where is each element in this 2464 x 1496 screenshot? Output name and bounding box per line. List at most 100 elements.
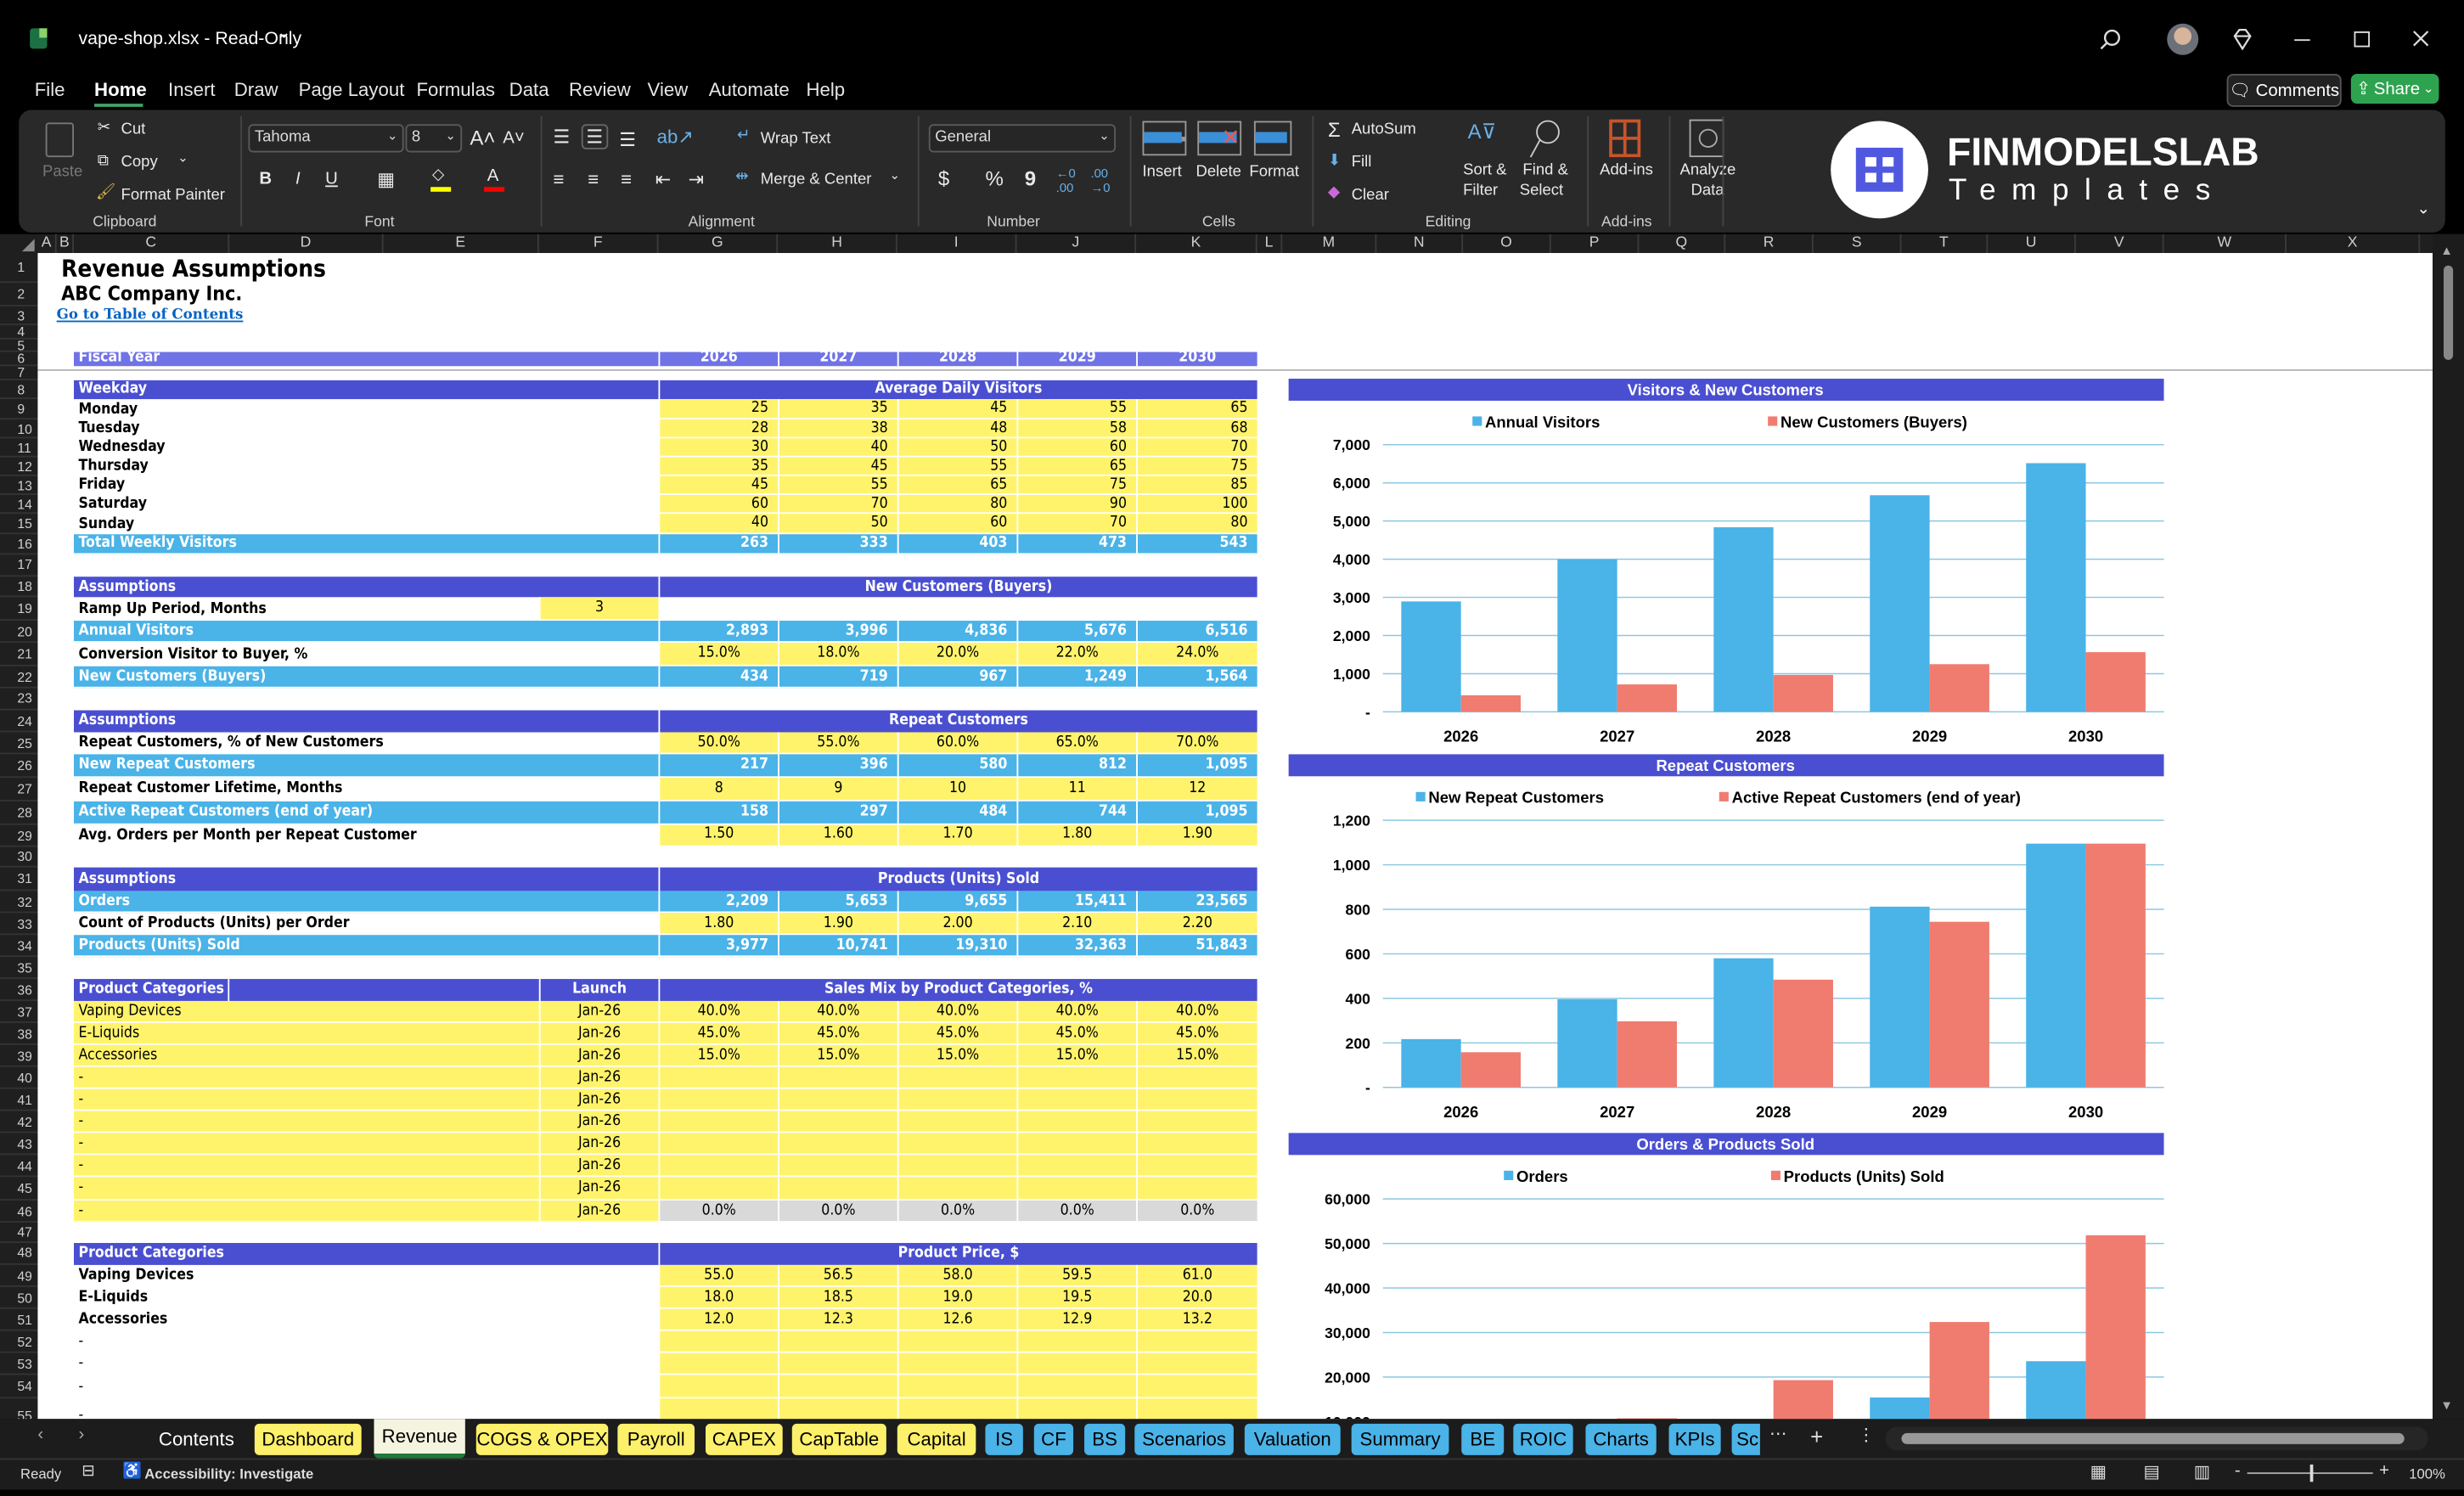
column-header-P[interactable]: P	[1551, 233, 1640, 253]
sheet-tab-revenue[interactable]: Revenue	[374, 1419, 465, 1459]
input-value[interactable]: 100	[1136, 495, 1257, 515]
row-header-13[interactable]: 13	[0, 476, 38, 496]
zoom-in-icon[interactable]: +	[2379, 1461, 2389, 1480]
fill-color-button[interactable]: ◇	[430, 166, 453, 192]
worksheet[interactable]: Revenue Assumptions ABC Company Inc. Go to…	[37, 252, 2433, 1420]
fill-button[interactable]: Fill	[1352, 154, 1372, 171]
input-value[interactable]	[1136, 1133, 1257, 1156]
input-value[interactable]	[1016, 1353, 1137, 1375]
row-header-51[interactable]: 51	[0, 1309, 38, 1331]
input-value[interactable]: 60.0%	[897, 731, 1017, 755]
launch-date[interactable]: Jan-26	[538, 1111, 659, 1133]
row-header-46[interactable]: 46	[0, 1200, 38, 1223]
accessibility-status[interactable]: Accessibility: Investigate	[144, 1466, 313, 1482]
row-header-43[interactable]: 43	[0, 1133, 38, 1156]
row-header-8[interactable]: 8	[0, 380, 38, 400]
input-value[interactable]: 18.0	[658, 1286, 779, 1309]
input-value[interactable]: 15.0%	[658, 642, 779, 666]
merge-center-button[interactable]: Merge & Center	[761, 172, 872, 188]
input-value[interactable]: 0.0%	[897, 1200, 1017, 1223]
sheet-tab-sc[interactable]: Sc	[1731, 1423, 1760, 1455]
row-header-28[interactable]: 28	[0, 801, 38, 824]
column-header-L[interactable]: L	[1257, 233, 1283, 253]
column-header-H[interactable]: H	[778, 233, 897, 253]
input-value[interactable]	[1136, 1177, 1257, 1201]
input-value[interactable]	[897, 1375, 1017, 1398]
increase-font-icon[interactable]: A˄	[470, 126, 495, 149]
currency-button[interactable]: $	[938, 166, 949, 190]
row-header-18[interactable]: 18	[0, 576, 38, 598]
row-header-27[interactable]: 27	[0, 777, 38, 801]
row-header-11[interactable]: 11	[0, 438, 38, 458]
input-value[interactable]: 55	[897, 457, 1017, 476]
analyze-data-button-line2[interactable]: Data	[1690, 183, 1724, 200]
sheet-tab-be[interactable]: BE	[1461, 1423, 1505, 1455]
sheet-tab-capital[interactable]: Capital	[897, 1423, 976, 1455]
input-value[interactable]: 1.60	[778, 824, 897, 846]
input-value[interactable]: 40	[658, 514, 779, 534]
column-header-C[interactable]: C	[74, 233, 230, 253]
input-value[interactable]: 1.90	[778, 913, 897, 936]
menu-file[interactable]: File	[35, 79, 65, 101]
row-header-29[interactable]: 29	[0, 824, 38, 846]
align-top-icon[interactable]: ☰	[553, 126, 570, 148]
input-value[interactable]	[658, 1066, 779, 1089]
minimize-icon[interactable]	[2294, 39, 2310, 42]
vertical-scrollbar[interactable]: ▲ ▼	[2433, 233, 2464, 1420]
row-header-21[interactable]: 21	[0, 643, 38, 666]
menu-help[interactable]: Help	[806, 79, 845, 101]
chart-3[interactable]: Orders & Products Sold Orders Products (Un…	[1285, 1133, 2165, 1420]
input-value[interactable]: 2.10	[1016, 913, 1137, 936]
menu-page-layout[interactable]: Page Layout	[299, 79, 405, 101]
row-header-9[interactable]: 9	[0, 399, 38, 420]
row-header-36[interactable]: 36	[0, 979, 38, 1001]
row-header-19[interactable]: 19	[0, 597, 38, 621]
column-header-U[interactable]: U	[1988, 233, 2076, 253]
font-name-select[interactable]: Tahoma ⌄	[248, 124, 404, 153]
input-value[interactable]: 1.50	[658, 824, 779, 846]
input-value[interactable]: 58	[1016, 419, 1137, 439]
row-header-7[interactable]: 7	[0, 364, 38, 380]
comments-button[interactable]: 🗨 Comments	[2226, 73, 2342, 107]
input-value[interactable]: 65	[897, 475, 1017, 496]
input-value[interactable]: 45.0%	[778, 1022, 897, 1045]
select-all-corner[interactable]	[21, 239, 35, 252]
input-value[interactable]: 12.3	[778, 1308, 897, 1331]
row-header-35[interactable]: 35	[0, 957, 38, 980]
column-header-A[interactable]: A	[37, 233, 57, 253]
sheet-tab-capex[interactable]: CAPEX	[706, 1423, 783, 1455]
input-value[interactable]: 59.5	[1016, 1263, 1137, 1287]
sheet-tab-charts[interactable]: Charts	[1585, 1423, 1657, 1455]
column-header-B[interactable]: B	[57, 233, 74, 253]
input-value[interactable]: 9	[778, 777, 897, 801]
input-value[interactable]	[658, 1330, 779, 1353]
input-value[interactable]: 24.0%	[1136, 642, 1257, 666]
input-value[interactable]: 80	[1136, 514, 1257, 534]
search-icon[interactable]	[2100, 28, 2122, 50]
input-value[interactable]	[1136, 1330, 1257, 1353]
normal-view-icon[interactable]: ▦	[2090, 1461, 2107, 1482]
input-value[interactable]	[1136, 1066, 1257, 1089]
analyze-data-button-line1[interactable]: Analyze	[1680, 162, 1736, 179]
row-header-49[interactable]: 49	[0, 1264, 38, 1287]
input-value[interactable]: 90	[1016, 495, 1137, 515]
input-value[interactable]	[778, 1375, 897, 1398]
input-value[interactable]	[897, 1133, 1017, 1156]
input-value[interactable]: 45	[897, 399, 1017, 420]
row-header-52[interactable]: 52	[0, 1331, 38, 1353]
input-value[interactable]: 12	[1136, 777, 1257, 801]
input-value[interactable]: 12.0	[658, 1308, 779, 1331]
input-value[interactable]: 61.0	[1136, 1263, 1257, 1287]
launch-date[interactable]: Jan-26	[538, 1000, 659, 1023]
page-break-view-icon[interactable]: ▥	[2194, 1461, 2210, 1482]
input-value[interactable]	[658, 1133, 779, 1156]
input-value[interactable]: 70	[1136, 438, 1257, 458]
input-value[interactable]	[778, 1155, 897, 1178]
launch-date[interactable]: Jan-26	[538, 1066, 659, 1089]
input-value[interactable]: 45	[658, 475, 779, 496]
orientation-icon[interactable]: ab↗	[657, 126, 694, 148]
wrap-text-button[interactable]: Wrap Text	[761, 131, 831, 148]
row-header-45[interactable]: 45	[0, 1177, 38, 1201]
add-sheet-button[interactable]: +	[1810, 1424, 1823, 1449]
row-header-41[interactable]: 41	[0, 1089, 38, 1111]
